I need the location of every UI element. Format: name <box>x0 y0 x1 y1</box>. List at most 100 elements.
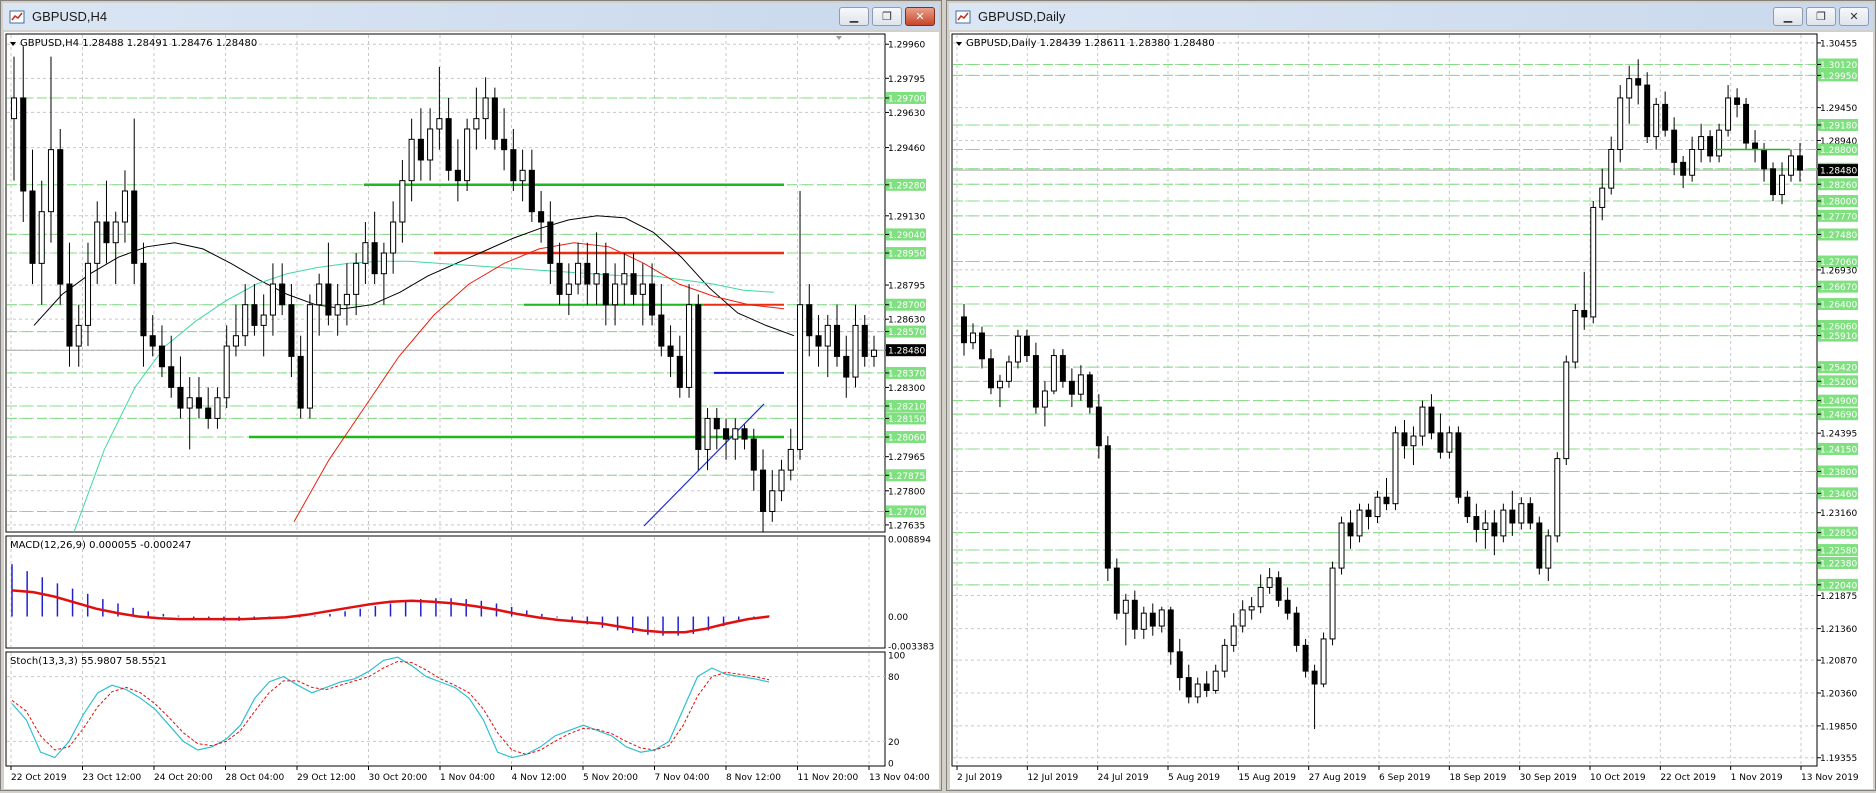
candle-body <box>140 262 147 337</box>
candle-body <box>1491 522 1498 537</box>
minimize-button[interactable]: ▁ <box>839 7 869 26</box>
candle-body <box>84 262 92 326</box>
candle-body <box>501 138 508 151</box>
time-label: 23 Oct 12:00 <box>83 773 142 783</box>
time-label: 24 Jul 2019 <box>1098 773 1149 783</box>
candle-body <box>1302 644 1309 672</box>
time-label: 6 Sep 2019 <box>1379 773 1431 783</box>
time-label: 18 Sep 2019 <box>1449 773 1506 783</box>
candle-body <box>1752 142 1759 150</box>
price-label: 1.26400 <box>1820 301 1857 311</box>
candle-body <box>399 180 406 223</box>
price-label: 1.27875 <box>888 472 925 482</box>
time-label: 29 Oct 12:00 <box>297 773 356 783</box>
window-titlebar-daily[interactable]: GBPUSD,Daily ▁ ❐ ✕ <box>949 3 1873 30</box>
price-label: 1.28260 <box>1820 181 1857 191</box>
candle-body <box>1446 432 1453 453</box>
price-label: 1.29130 <box>888 212 925 222</box>
candle-body <box>741 428 748 440</box>
price-label: 1.24150 <box>1820 445 1857 455</box>
candle-body <box>1662 103 1669 131</box>
time-label: 15 Aug 2019 <box>1238 773 1296 783</box>
price-label: 1.25910 <box>1820 332 1857 342</box>
price-label: 1.29795 <box>888 75 925 85</box>
candle-body <box>970 332 976 344</box>
chart-canvas-h4[interactable]: 1.29960 1.29795 1.29700 1.29630 1.29460 1.292… <box>4 32 939 789</box>
price-label: 1.21875 <box>1820 592 1857 602</box>
candle-body <box>787 448 794 471</box>
time-label: 22 Oct 2019 <box>1660 773 1716 783</box>
candle-body <box>29 190 36 264</box>
candle-body <box>1743 103 1750 144</box>
price-label: 1.23460 <box>1820 490 1857 500</box>
price-label: 1.28060 <box>888 434 925 444</box>
time-label: 5 Aug 2019 <box>1168 773 1220 783</box>
candle-body <box>1239 609 1246 627</box>
price-label: 1.20360 <box>1820 690 1857 700</box>
candle-body <box>362 242 369 264</box>
price-label: 1.19355 <box>1820 754 1857 764</box>
candle-body <box>186 397 193 409</box>
price-label: 1.27800 <box>888 487 925 497</box>
close-button[interactable]: ✕ <box>905 7 935 26</box>
chart-canvas-daily[interactable]: 1.304551.301201.299501.294501.291801.289… <box>950 32 1873 789</box>
candle-body <box>1536 522 1543 569</box>
price-label: 1.27700 <box>888 508 925 518</box>
price-label: 1.27480 <box>1820 231 1857 241</box>
chart-area-h4[interactable]: 1.29960 1.29795 1.29700 1.29630 1.29460 1.292… <box>4 32 939 789</box>
candle-body <box>205 407 212 419</box>
price-label: 1.28570 <box>888 328 925 338</box>
chart-window-daily[interactable]: GBPUSD,Daily ▁ ❐ ✕ 1.30455 1.30120 1.29950… <box>946 0 1876 791</box>
time-label: 28 Oct 04:00 <box>226 773 285 783</box>
time-label: 10 Oct 2019 <box>1590 773 1646 783</box>
candle-body <box>1356 509 1363 537</box>
price-label: 1.29700 <box>888 94 925 104</box>
restore-button[interactable]: ❐ <box>872 7 902 26</box>
candle-body <box>1311 670 1318 685</box>
candle-body <box>1437 432 1444 453</box>
restore-button[interactable]: ❐ <box>1806 7 1836 26</box>
time-label: 12 Jul 2019 <box>1027 773 1078 783</box>
price-label: 1.24395 <box>1820 430 1857 440</box>
time-label: 2 Jul 2019 <box>957 773 1002 783</box>
candle-body <box>38 211 45 264</box>
candle-body <box>445 118 452 171</box>
candle-body <box>1014 335 1021 363</box>
candle-body <box>658 314 665 347</box>
price-label: 1.28150 <box>888 415 925 425</box>
price-label: 1.29960 <box>888 41 925 51</box>
stoch-scale-label: 0 <box>888 760 894 770</box>
candle-body <box>686 304 693 388</box>
minimize-button[interactable]: ▁ <box>1773 7 1803 26</box>
price-label: 1.29280 <box>888 181 925 191</box>
candle-body <box>621 273 628 285</box>
candle-body <box>1257 586 1264 608</box>
candle-body <box>1023 335 1030 357</box>
chart-window-h4[interactable]: GBPUSD,H4 ▁ ❐ ✕ 1.29960 1.29795 1.29700 1.2… <box>0 0 942 791</box>
price-label: 1.27965 <box>888 453 925 463</box>
stoch-scale-label: 80 <box>888 673 900 683</box>
candle-body <box>649 283 656 316</box>
price-label: 1.29450 <box>1820 104 1857 114</box>
candle-body <box>1293 612 1300 646</box>
candle-body <box>843 355 850 378</box>
price-label: 1.25420 <box>1820 364 1857 374</box>
time-label: 27 Aug 2019 <box>1309 773 1367 783</box>
window-titlebar-h4[interactable]: GBPUSD,H4 ▁ ❐ ✕ <box>3 3 939 30</box>
candle-body <box>584 262 591 285</box>
candle-body <box>214 397 221 419</box>
candle-body <box>1158 609 1165 627</box>
candle-body <box>1626 78 1633 99</box>
close-button[interactable]: ✕ <box>1839 7 1869 26</box>
price-label: 1.29950 <box>1820 72 1857 82</box>
candle-body <box>1698 136 1705 150</box>
candle-body <box>861 324 868 357</box>
chart-window-icon <box>955 9 971 25</box>
candle-body <box>547 221 554 264</box>
time-label: 11 Nov 20:00 <box>798 773 859 783</box>
chart-area-daily[interactable]: 1.30455 1.30120 1.29950 1.29450 1.29180 1.289… <box>950 32 1873 789</box>
price-label: 1.28630 <box>888 316 925 326</box>
price-label: 1.28370 <box>888 369 925 379</box>
candle-body <box>676 355 683 388</box>
macd-scale-label: 0.008894 <box>888 536 931 546</box>
